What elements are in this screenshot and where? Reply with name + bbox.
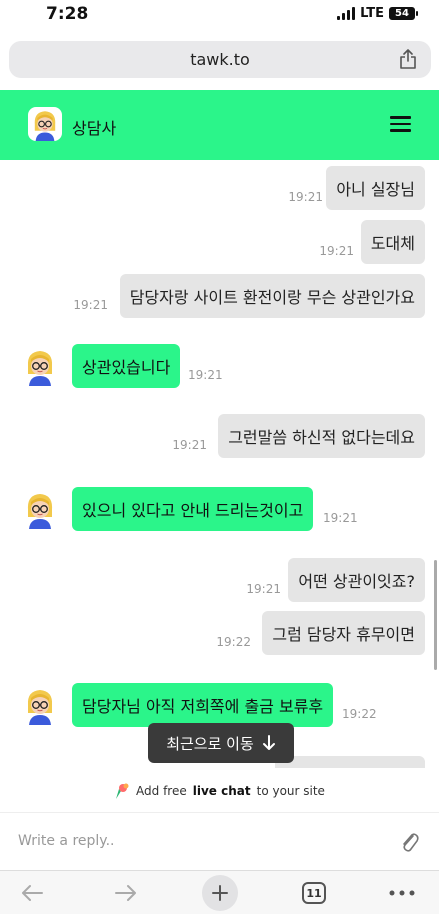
forward-button[interactable] <box>108 875 144 911</box>
agent-avatar-icon <box>27 351 53 386</box>
network-label: LTE <box>360 6 384 21</box>
agent-name: 상담사 <box>72 119 117 138</box>
chat-header: 상담사 <box>0 90 439 160</box>
status-bar: 7:28 LTE 54 <box>0 0 439 32</box>
powered-suffix: to your site <box>256 784 325 798</box>
message-time: 19:21 <box>323 511 358 525</box>
arrow-left-icon <box>22 885 43 901</box>
plus-icon <box>212 885 228 901</box>
new-tab-button[interactable] <box>202 875 238 911</box>
powered-prefix: Add free <box>136 784 187 798</box>
user-message-bubble: 아니 실장님 <box>326 166 425 210</box>
message-time: 19:21 <box>188 368 223 382</box>
user-message-bubble: 도대체 <box>360 220 425 264</box>
message-time: 19:21 <box>73 298 108 312</box>
user-message-bubble: 그럼 담당자 휴무이면 <box>262 611 425 655</box>
reply-input[interactable] <box>18 833 358 849</box>
agent-message-bubble: 있으니 있다고 안내 드리는것이고 <box>72 487 314 531</box>
agent-avatar-icon <box>34 111 56 141</box>
share-icon[interactable] <box>399 49 417 69</box>
powered-bold: live chat <box>192 784 251 798</box>
tabs-button[interactable]: 11 <box>296 875 332 911</box>
agent-avatar <box>28 107 62 141</box>
user-message-bubble-partial <box>275 756 425 768</box>
arrow-down-icon <box>262 735 275 750</box>
agent-avatar-icon <box>27 690 53 725</box>
agent-message-bubble: 상관있습니다 <box>72 344 181 388</box>
user-message-bubble: 어떤 상관이잇죠? <box>288 558 425 602</box>
menu-icon[interactable] <box>390 116 411 132</box>
address-bar[interactable]: tawk.to <box>9 41 431 78</box>
jump-to-recent-button[interactable]: 최근으로 이동 <box>148 723 294 763</box>
message-time: 19:22 <box>216 635 251 649</box>
arrow-right-icon <box>115 885 136 901</box>
agent-message-bubble: 담당자님 아직 저희쪽에 출금 보류후 <box>72 683 334 727</box>
paperclip-icon[interactable] <box>399 830 419 854</box>
browser-toolbar: 11 <box>0 870 439 914</box>
status-indicators: LTE 54 <box>337 6 418 21</box>
message-time: 19:21 <box>246 582 281 596</box>
message-time: 19:21 <box>172 438 207 452</box>
url-text[interactable]: tawk.to <box>9 50 431 69</box>
message-time: 19:22 <box>342 707 377 721</box>
status-time: 7:28 <box>46 4 89 24</box>
more-button[interactable] <box>384 875 420 911</box>
message-time: 19:21 <box>288 190 323 204</box>
message-time: 19:21 <box>319 244 354 258</box>
reply-area <box>0 812 439 870</box>
jump-label: 최근으로 이동 <box>166 734 254 753</box>
chat-messages[interactable]: 아니 실장님 19:21 도대체 19:21 담당자랑 사이트 환전이랑 무슨 상관인가… <box>0 160 439 768</box>
back-button[interactable] <box>14 875 50 911</box>
battery-icon: 54 <box>389 7 418 20</box>
battery-level: 54 <box>395 8 409 19</box>
signal-icon <box>337 7 356 20</box>
user-message-bubble: 담당자랑 사이트 환전이랑 무슨 상관인가요 <box>119 274 425 318</box>
page: 7:28 LTE 54 tawk.to 상담사 아니 실장님 19:21 도대체… <box>0 0 439 914</box>
more-dots-icon <box>389 890 415 896</box>
powered-by[interactable]: Add free live chat to your site <box>0 770 439 812</box>
tawk-logo-icon <box>116 783 129 799</box>
user-message-bubble: 그런말씀 하신적 없다는데요 <box>218 414 425 458</box>
tab-count: 11 <box>302 882 326 904</box>
scrollbar[interactable] <box>434 560 437 670</box>
agent-avatar-icon <box>27 494 53 529</box>
